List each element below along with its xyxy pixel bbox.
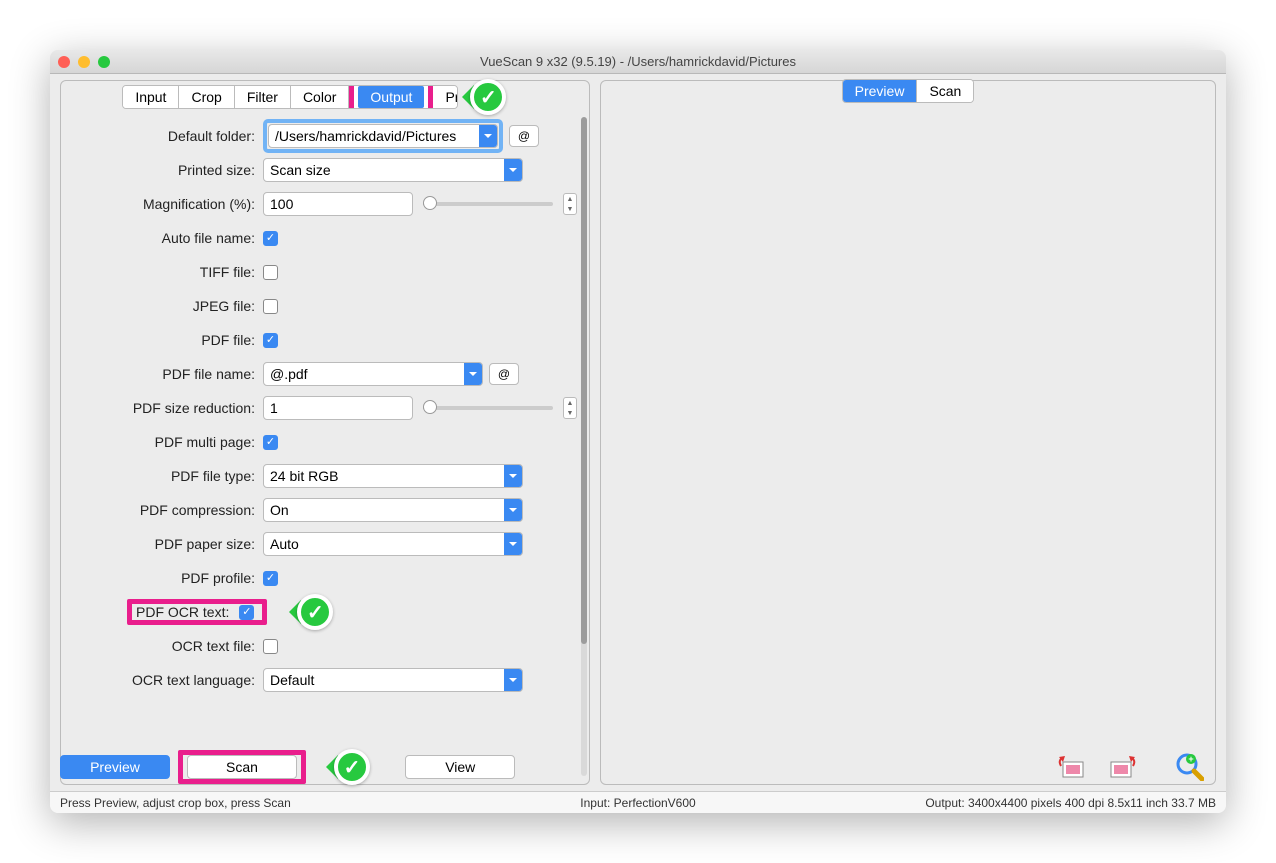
window-title: VueScan 9 x32 (9.5.19) - /Users/hamrickd… (50, 54, 1226, 69)
tab-output[interactable]: Output (358, 86, 424, 108)
label-jpeg: JPEG file: (67, 298, 257, 314)
label-tiff: TIFF file: (67, 264, 257, 280)
tab-color[interactable]: Color (291, 86, 349, 108)
pdf-multi-page-checkbox[interactable] (263, 435, 278, 450)
window: VueScan 9 x32 (9.5.19) - /Users/hamrickd… (50, 50, 1226, 813)
label-pdf-ocr-text: PDF OCR text: (136, 604, 235, 620)
tiff-checkbox[interactable] (263, 265, 278, 280)
at-button-pdf[interactable]: @ (489, 363, 519, 385)
label-printed-size: Printed size: (67, 162, 257, 178)
label-pdf-compression: PDF compression: (67, 502, 257, 518)
zoom-in-icon[interactable]: + (1174, 753, 1206, 781)
view-button[interactable]: View (405, 755, 515, 779)
pdf-size-reduction-input[interactable] (263, 396, 413, 420)
tab-input[interactable]: Input (123, 86, 179, 108)
printed-size-select[interactable]: Scan size (263, 158, 523, 182)
rotate-left-icon[interactable] (1056, 753, 1088, 781)
pdf-size-reduction-stepper[interactable]: ▲▼ (563, 397, 577, 419)
tab-crop[interactable]: Crop (179, 86, 234, 108)
chevron-down-icon (504, 159, 522, 181)
marker-2: ✓ 2 (277, 594, 354, 630)
close-icon[interactable] (58, 56, 70, 68)
label-pdf-multi-page: PDF multi page: (67, 434, 257, 450)
tool-icons: + (1056, 753, 1206, 781)
label-magnification: Magnification (%): (67, 196, 257, 212)
minimize-icon[interactable] (78, 56, 90, 68)
preview-panel: Preview Scan (600, 80, 1216, 785)
pdf-file-checkbox[interactable] (263, 333, 278, 348)
traffic-lights (58, 56, 110, 68)
marker-1: ✓ 1 (450, 79, 527, 115)
label-pdf-profile: PDF profile: (67, 570, 257, 586)
chevron-down-icon (504, 669, 522, 691)
footer-buttons: Preview Scan ✓ 3 View (60, 749, 1216, 785)
status-bar: Press Preview, adjust crop box, press Sc… (50, 791, 1226, 813)
label-pdf-size-reduction: PDF size reduction: (67, 400, 257, 416)
svg-text:+: + (1188, 754, 1193, 764)
marker-3: ✓ 3 (314, 749, 391, 785)
chevron-down-icon (464, 363, 482, 385)
rotate-right-icon[interactable] (1106, 753, 1138, 781)
highlight-pdf-ocr: PDF OCR text: (127, 599, 267, 625)
ocr-text-file-checkbox[interactable] (263, 639, 278, 654)
label-pdf-file-name: PDF file name: (67, 366, 257, 382)
label-ocr-text-file: OCR text file: (67, 638, 257, 654)
pdf-profile-checkbox[interactable] (263, 571, 278, 586)
settings-panel: Input Crop Filter Color Output Prefs ✓ 1 (60, 80, 590, 785)
chevron-down-icon (504, 533, 522, 555)
right-tabs: Preview Scan (842, 79, 975, 103)
pdf-file-name-combo[interactable]: @.pdf (263, 362, 483, 386)
pdf-ocr-text-checkbox[interactable] (239, 605, 254, 620)
highlight-output-tab: Output (349, 85, 433, 109)
default-folder-select[interactable]: /Users/hamrickdavid/Pictures (268, 124, 498, 148)
chevron-down-icon (504, 465, 522, 487)
tab-preview[interactable]: Preview (843, 80, 918, 102)
at-button-folder[interactable]: @ (509, 125, 539, 147)
pdf-paper-size-select[interactable]: Auto (263, 532, 523, 556)
magnification-slider[interactable] (423, 202, 553, 206)
chevron-down-icon (504, 499, 522, 521)
label-ocr-text-language: OCR text language: (67, 672, 257, 688)
magnification-stepper[interactable]: ▲▼ (563, 193, 577, 215)
pdf-compression-select[interactable]: On (263, 498, 523, 522)
pdf-file-type-select[interactable]: 24 bit RGB (263, 464, 523, 488)
pdf-size-reduction-slider[interactable] (423, 406, 553, 410)
preview-button[interactable]: Preview (60, 755, 170, 779)
scan-button[interactable]: Scan (187, 755, 297, 779)
label-pdf-file-type: PDF file type: (67, 468, 257, 484)
status-mid: Input: PerfectionV600 (50, 796, 1226, 810)
label-default-folder: Default folder: (67, 128, 257, 144)
left-tabs: Input Crop Filter Color Output Prefs (122, 85, 458, 109)
chevron-down-icon (479, 125, 497, 147)
settings-form: Default folder: /Users/hamrickdavid/Pict… (67, 119, 583, 778)
highlight-scan-button: Scan (178, 750, 306, 784)
scrollbar[interactable] (581, 117, 587, 776)
body: Input Crop Filter Color Output Prefs ✓ 1 (50, 74, 1226, 791)
jpeg-checkbox[interactable] (263, 299, 278, 314)
tab-filter[interactable]: Filter (235, 86, 291, 108)
label-auto-file-name: Auto file name: (67, 230, 257, 246)
ocr-text-language-select[interactable]: Default (263, 668, 523, 692)
label-pdf-paper-size: PDF paper size: (67, 536, 257, 552)
label-pdf-file: PDF file: (67, 332, 257, 348)
titlebar: VueScan 9 x32 (9.5.19) - /Users/hamrickd… (50, 50, 1226, 74)
zoom-icon[interactable] (98, 56, 110, 68)
magnification-input[interactable] (263, 192, 413, 216)
tab-scan[interactable]: Scan (917, 80, 973, 102)
auto-file-name-checkbox[interactable] (263, 231, 278, 246)
